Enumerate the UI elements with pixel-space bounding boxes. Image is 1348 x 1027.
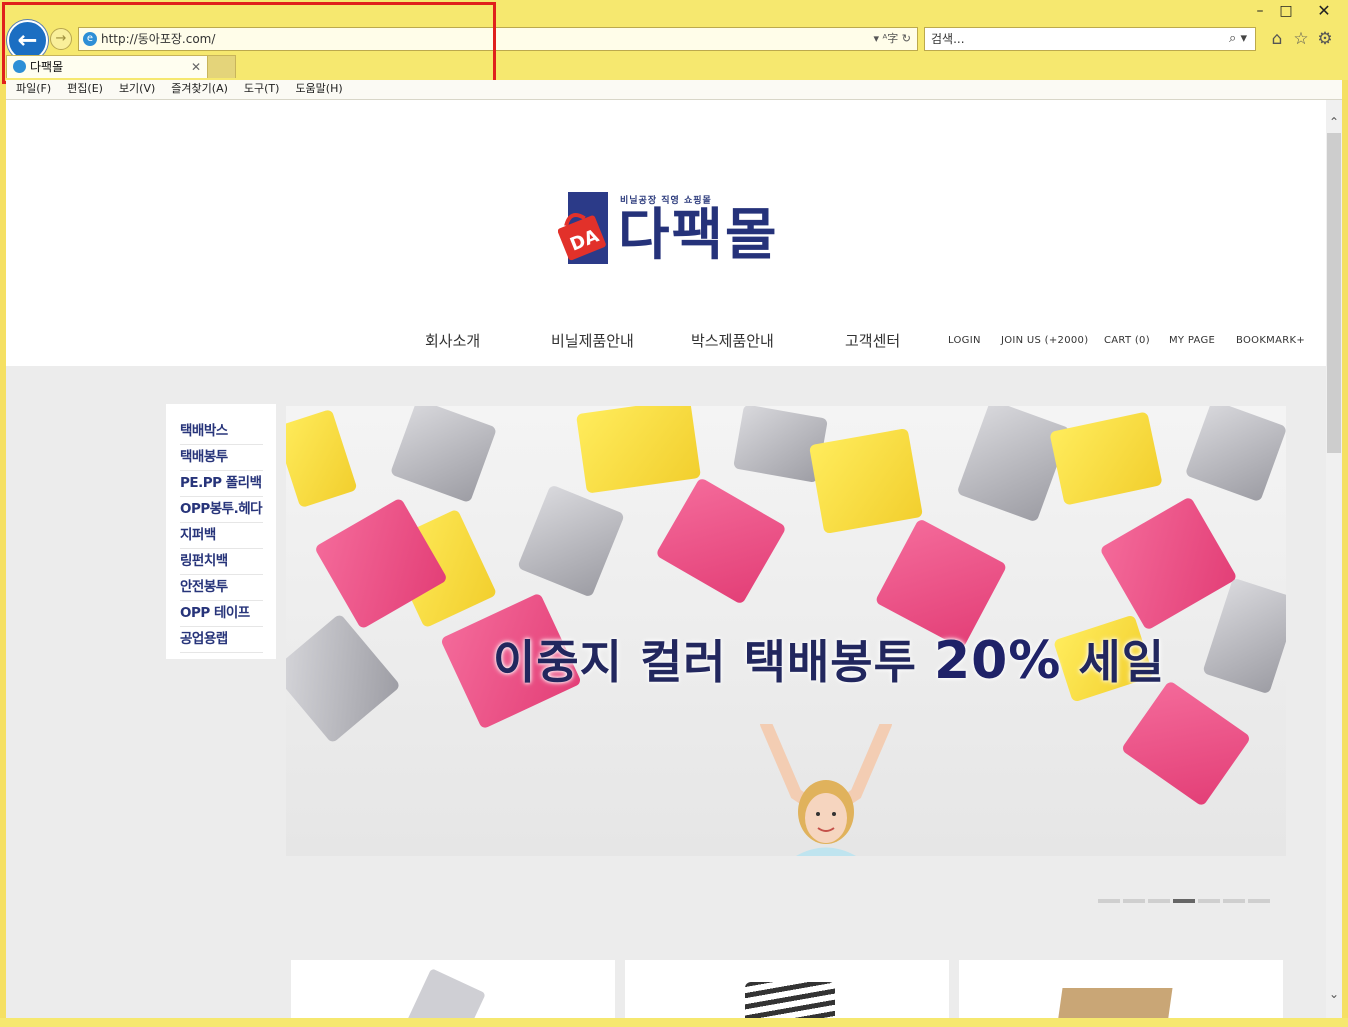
yellow-bag-image	[286, 408, 358, 509]
page-viewport: DA 비닐공장 직영 쇼핑몰 다팩몰 회사소개 비닐제품안내 박스제품안내 고객…	[6, 100, 1326, 1018]
minimize-icon[interactable]: –	[1246, 2, 1274, 20]
yellow-bag-image	[575, 406, 702, 494]
pink-bag-image	[655, 477, 787, 605]
silver-bag-image	[517, 484, 625, 598]
menu-view[interactable]: 보기(V)	[119, 80, 155, 98]
slider-dot[interactable]	[1123, 899, 1145, 903]
slider-dot[interactable]	[1223, 899, 1245, 903]
favorites-star-icon[interactable]: ☆	[1290, 28, 1312, 50]
slider-dot[interactable]	[1198, 899, 1220, 903]
category-item[interactable]: OPP 테이프	[180, 602, 263, 627]
pink-bag-image	[1120, 680, 1252, 807]
category-item[interactable]: 안전봉투	[180, 576, 263, 601]
search-icon[interactable]: ⌕ ▾	[1229, 28, 1247, 50]
refresh-icon[interactable]: ▾ ᴬ字 ↻	[874, 28, 911, 50]
util-mypage[interactable]: MY PAGE	[1169, 335, 1215, 346]
category-item[interactable]: 택배봉투	[180, 446, 263, 471]
silver-bag-image	[1184, 406, 1286, 503]
search-box[interactable]: 검색... ⌕ ▾	[924, 27, 1256, 51]
home-icon[interactable]: ⌂	[1266, 28, 1288, 50]
util-cart[interactable]: CART (0)	[1104, 335, 1150, 346]
slider-dot[interactable]	[1098, 899, 1120, 903]
menu-bar: 파일(F) 편집(E) 보기(V) 즐겨찾기(A) 도구(T) 도움말(H)	[6, 80, 1342, 100]
settings-gear-icon[interactable]: ⚙	[1314, 28, 1336, 50]
silver-bag-image	[389, 406, 498, 504]
pink-bag-image	[1099, 496, 1238, 631]
product-card[interactable]	[959, 960, 1283, 1018]
menu-help[interactable]: 도움말(H)	[295, 80, 342, 98]
silver-bag-image	[1202, 577, 1286, 695]
category-sidebar: 택배박스 택배봉투 PE.PP 폴리백 OPP봉투.헤다 지퍼백 링펀치백 안전…	[166, 404, 276, 659]
site-header: DA 비닐공장 직영 쇼핑몰 다팩몰 회사소개 비닐제품안내 박스제품안내 고객…	[6, 100, 1326, 366]
slider-pagination	[1098, 888, 1273, 907]
silver-bag-thumb	[406, 968, 486, 1018]
scrollbar-thumb[interactable]	[1327, 133, 1341, 453]
main-banner[interactable]: 이중지 컬러 택배봉투 20% 세일	[286, 406, 1286, 856]
slider-dot-active[interactable]	[1173, 899, 1195, 903]
gnb-vinyl-products[interactable]: 비닐제품안내	[551, 330, 634, 351]
slider-dot[interactable]	[1148, 899, 1170, 903]
cardboard-box-thumb	[1055, 988, 1173, 1018]
gnb-customer-center[interactable]: 고객센터	[845, 330, 900, 351]
slogan-sale: 세일	[1078, 635, 1166, 689]
close-icon[interactable]: ✕	[1310, 2, 1338, 20]
product-card[interactable]	[625, 960, 949, 1018]
maximize-icon[interactable]: □	[1272, 2, 1300, 20]
scroll-up-icon[interactable]: ⌃	[1326, 114, 1342, 130]
search-placeholder: 검색...	[931, 32, 965, 46]
slider-dot[interactable]	[1248, 899, 1270, 903]
yellow-bag-image	[1049, 411, 1163, 506]
category-item[interactable]: PE.PP 폴리백	[180, 472, 263, 497]
logo-name[interactable]: 다팩몰	[618, 204, 779, 268]
menu-favorites[interactable]: 즐겨찾기(A)	[171, 80, 228, 98]
scroll-down-icon[interactable]: ⌄	[1326, 986, 1342, 1002]
silver-bag-image	[956, 406, 1071, 523]
slogan-percent: 20%	[933, 631, 1062, 691]
logo-bag-icon: DA	[558, 192, 608, 264]
striped-bag-thumb	[745, 982, 835, 1018]
window-bottom-border	[0, 1018, 1348, 1027]
highlight-box	[2, 2, 496, 84]
girl-photo-image	[760, 724, 892, 856]
category-item[interactable]: 공업용랩	[180, 628, 263, 653]
silver-bag-image	[286, 613, 402, 744]
category-item[interactable]: OPP봉투.헤다	[180, 498, 263, 523]
slogan-text: 이중지 컬러 택배봉투	[493, 635, 917, 689]
gnb-box-products[interactable]: 박스제품안내	[691, 330, 774, 351]
gnb-company[interactable]: 회사소개	[425, 330, 480, 351]
banner-slogan: 이중지 컬러 택배봉투 20% 세일	[493, 626, 1165, 692]
menu-file[interactable]: 파일(F)	[16, 80, 51, 98]
yellow-bag-image	[808, 428, 924, 534]
util-login[interactable]: LOGIN	[948, 335, 981, 346]
product-card[interactable]	[291, 960, 615, 1018]
category-item[interactable]: 택배박스	[180, 420, 263, 445]
menu-tools[interactable]: 도구(T)	[244, 80, 280, 98]
util-join[interactable]: JOIN US (+2000)	[1001, 335, 1088, 346]
category-item[interactable]: 지퍼백	[180, 524, 263, 549]
menu-edit[interactable]: 편집(E)	[67, 80, 103, 98]
category-item[interactable]: 링펀치백	[180, 550, 263, 575]
util-bookmark[interactable]: BOOKMARK+	[1236, 335, 1305, 346]
